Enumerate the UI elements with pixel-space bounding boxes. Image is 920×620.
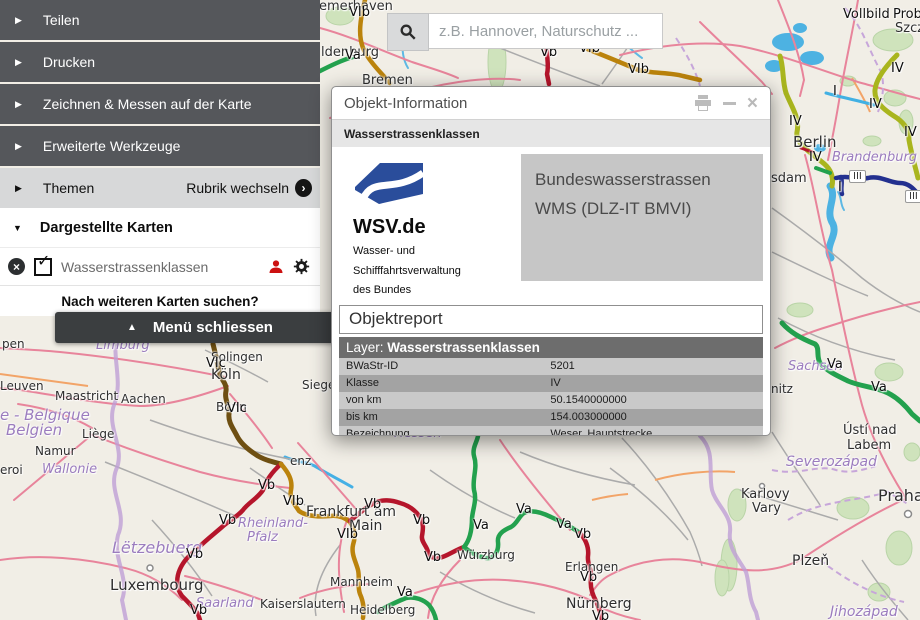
attribute-row: von km50.1540000000 xyxy=(339,392,763,409)
dialog-body: WSV.de Wasser- und Schifffahrtsverwaltun… xyxy=(332,147,770,436)
layer-settings-button[interactable] xyxy=(293,258,310,275)
object-report-header: Objektreport xyxy=(339,305,763,334)
close-menu-button[interactable]: ▲ Menü schliessen xyxy=(55,312,345,343)
attribute-value: 154.003000000 xyxy=(550,411,626,424)
attribute-value: IV xyxy=(550,377,560,390)
chevron-right-icon: ▶ xyxy=(15,57,22,68)
search-button[interactable] xyxy=(387,13,429,51)
attribute-table-rows: BWaStr-ID5201KlasseIVvon km50.1540000000… xyxy=(339,358,763,436)
geoportal-app: BremerhavenldenburgBremenSzczeBerlinsdam… xyxy=(0,0,920,620)
sidebar-item-label: Zeichnen & Messen auf der Karte xyxy=(43,96,252,112)
chevron-right-icon: ▶ xyxy=(15,99,22,110)
waterway-weser-vib xyxy=(360,0,390,83)
waterway-spree-iii xyxy=(836,177,918,194)
attribute-row: KlasseIV xyxy=(339,375,763,392)
river-lahn xyxy=(285,457,352,487)
attribute-key: bis km xyxy=(346,411,550,424)
dialog-subtitle-bar: Wasserstrassenklassen xyxy=(332,119,770,147)
town-markers xyxy=(147,484,912,572)
layer-value: Wasserstrassenklassen xyxy=(387,340,540,355)
sidebar-item-teilen[interactable]: ▶ Teilen xyxy=(0,0,320,40)
person-icon xyxy=(268,259,284,275)
dialog-header[interactable]: Objekt-Information × xyxy=(332,87,770,119)
wsv-org-line: Schifffahrtsverwaltung xyxy=(353,264,521,279)
sidebar-menu: ▶ Teilen ▶ Drucken ▶ Zeichnen & Messen a… xyxy=(0,0,320,316)
search-more-maps-label: Nach weiteren Karten suchen? xyxy=(61,294,258,309)
wsv-brand: WSV.de xyxy=(353,216,521,239)
waterway-berlin-vb xyxy=(801,148,812,152)
chevron-circle-icon: › xyxy=(295,179,312,197)
sidebar-item-label: Erweiterte Werkzeuge xyxy=(43,138,180,154)
wsv-org-line: Wasser- und xyxy=(353,244,521,259)
close-menu-label: Menü schliessen xyxy=(153,319,273,336)
object-information-dialog: Objekt-Information × Wasserstrassenklass… xyxy=(331,86,771,436)
sidebar-item-label: Teilen xyxy=(43,12,80,28)
chevron-up-icon: ▲ xyxy=(127,322,137,333)
search-icon xyxy=(399,23,417,41)
berlin-lake-chain xyxy=(829,186,834,258)
waterway-havel-iv xyxy=(780,56,786,93)
waterway-main-va-north xyxy=(464,436,478,547)
map-search xyxy=(387,13,663,51)
print-button[interactable] xyxy=(694,95,712,111)
layer-header-row: Layer: Wasserstrassenklassen xyxy=(339,337,763,358)
rubrik-wechseln-label: Rubrik wechseln xyxy=(186,180,289,196)
sidebar-item-zeichnen-messen[interactable]: ▶ Zeichnen & Messen auf der Karte xyxy=(0,84,320,124)
dialog-subtitle: Wasserstrassenklassen xyxy=(344,127,480,141)
wsv-logo-icon xyxy=(353,160,425,206)
layer-row: × ✓ Wasserstrassenklassen xyxy=(0,248,320,286)
close-dialog-button[interactable]: × xyxy=(747,94,758,113)
attribute-row: BWaStr-ID5201 xyxy=(339,358,763,375)
section-label: Dargestellte Karten xyxy=(40,220,173,236)
attribute-row: bis km154.003000000 xyxy=(339,409,763,426)
search-input[interactable] xyxy=(429,13,663,49)
attribute-key: von km xyxy=(346,394,550,407)
sidebar-item-erweiterte-werkzeuge[interactable]: ▶ Erweiterte Werkzeuge xyxy=(0,126,320,166)
layer-contact-button[interactable] xyxy=(268,259,284,275)
attribute-key: Klasse xyxy=(346,377,550,390)
attribute-key: Bezeichnung xyxy=(346,428,550,436)
waterway-mdk-vb xyxy=(580,533,602,620)
wsv-logo-block: WSV.de Wasser- und Schifffahrtsverwaltun… xyxy=(339,154,521,298)
sidebar-item-label: Drucken xyxy=(43,54,95,70)
minimize-button[interactable] xyxy=(723,102,736,105)
rubrik-wechseln-link[interactable]: Rubrik wechseln › xyxy=(186,179,312,197)
gear-icon xyxy=(293,258,310,275)
layer-visibility-checkbox[interactable]: ✓ xyxy=(34,258,52,276)
chevron-down-icon: ▼ xyxy=(13,223,22,233)
waterway-iii-spur xyxy=(841,177,842,194)
attribute-table: Layer: Wasserstrassenklassen BWaStr-ID52… xyxy=(339,337,763,436)
sidebar-section-dargestellte-karten[interactable]: ▼ Dargestellte Karten xyxy=(0,208,320,248)
waterway-main-vb xyxy=(350,500,464,558)
attribute-value: 5201 xyxy=(550,360,574,373)
dialog-title: Objekt-Information xyxy=(344,95,694,112)
sidebar-item-drucken[interactable]: ▶ Drucken xyxy=(0,42,320,82)
remove-layer-icon[interactable]: × xyxy=(8,258,25,275)
layer-name-label: Wasserstrassenklassen xyxy=(61,259,259,275)
printer-icon xyxy=(694,95,712,111)
attribute-row: BezeichnungWeser, Hauptstrecke xyxy=(339,426,763,436)
checkmark-icon: ✓ xyxy=(37,251,50,270)
chevron-right-icon: ▶ xyxy=(15,141,22,152)
chevron-right-icon: ▶ xyxy=(15,183,22,194)
waterway-mosel-vb xyxy=(177,464,281,620)
waterway-main-va xyxy=(464,511,580,558)
wsv-org-line: des Bundes xyxy=(353,283,521,298)
layer-prefix: Layer: xyxy=(346,340,387,355)
attribute-key: BWaStr-ID xyxy=(346,360,550,373)
attribute-value: 50.1540000000 xyxy=(550,394,626,407)
waterway-class-i xyxy=(826,93,874,105)
attribute-value: Weser, Hauptstrecke xyxy=(550,428,652,436)
sidebar-item-label: Themen xyxy=(43,180,94,196)
waterway-neckar-va xyxy=(377,597,436,620)
service-title-box: Bundeswasserstrassen WMS (DLZ-IT BMVI) xyxy=(521,154,763,281)
sidebar-item-themen[interactable]: ▶ Themen Rubrik wechseln › xyxy=(0,168,320,208)
waterway-va-nw xyxy=(318,57,353,72)
chevron-right-icon: ▶ xyxy=(15,15,22,26)
